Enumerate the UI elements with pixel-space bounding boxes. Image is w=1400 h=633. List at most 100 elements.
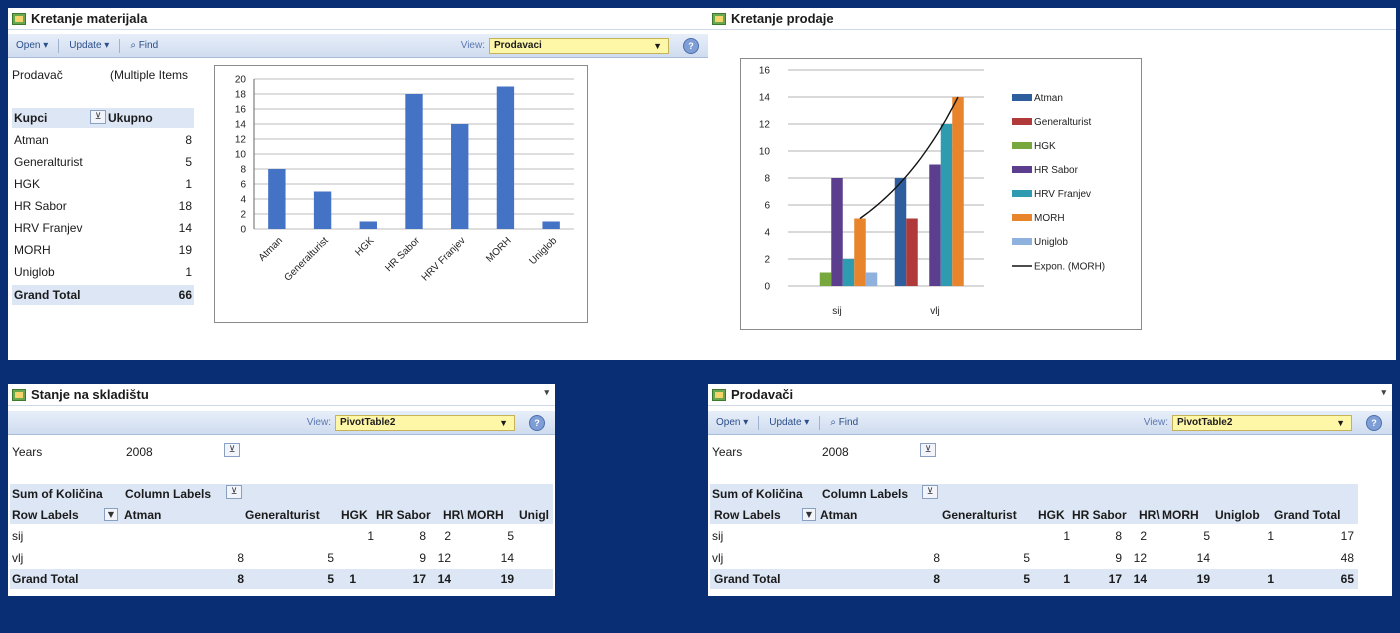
table-cell: 19	[500, 572, 514, 586]
y-tick-label: 6	[764, 201, 770, 212]
filter-value: 2008	[822, 445, 849, 459]
table-cell: 14	[437, 572, 451, 586]
open-menu-button[interactable]: Open ▾	[8, 40, 56, 51]
pivot-webpart-icon	[12, 388, 26, 401]
table-cell: 12	[437, 551, 451, 565]
help-icon[interactable]: ?	[529, 414, 545, 431]
grand-total-label: Grand Total	[714, 572, 781, 586]
table-cell: 14	[500, 551, 514, 565]
grand-total-label: Grand Total	[14, 288, 81, 302]
pivot-toolbar: Open ▾ Update ▾ ⌕ Find View: PivotTable2…	[708, 411, 1392, 435]
column-header: HGK	[341, 508, 368, 522]
panel-menu-icon[interactable]: ▾	[544, 387, 549, 398]
pivot-toolbar: Open ▾ Update ▾ ⌕ Find View: Prodavaci ▼ …	[8, 34, 709, 58]
x-tick-label: vlj	[930, 306, 939, 317]
panel-kretanje-materijala: Kretanje materijala Open ▾ Update ▾ ⌕ Fi…	[8, 8, 709, 360]
filter-dropdown-icon[interactable]: ⊻	[90, 110, 106, 124]
row-label: sij	[712, 529, 724, 543]
y-tick-label: 18	[235, 90, 247, 101]
y-tick-label: 2	[764, 255, 770, 266]
legend-label: Uniglob	[1034, 237, 1068, 248]
view-select-value: PivotTable2	[1177, 416, 1233, 428]
column-labels-header: Column Labels	[125, 487, 212, 501]
bar	[542, 221, 560, 229]
table-cell: 65	[1340, 572, 1354, 586]
filter-dropdown-icon[interactable]: ⊻	[922, 485, 938, 499]
legend-label: MORH	[1034, 213, 1065, 224]
help-icon[interactable]: ?	[683, 37, 699, 54]
column-header: HR Sabor	[1072, 508, 1127, 522]
panel-menu-icon[interactable]: ▾	[1381, 387, 1386, 398]
toolbar-separator	[58, 38, 60, 53]
webpart-title-text: Kretanje materijala	[31, 11, 148, 26]
filter-dropdown-icon[interactable]: ⊻	[226, 485, 242, 499]
column-header: Grand Total	[1274, 508, 1341, 522]
open-menu-button[interactable]: Open ▾	[708, 417, 756, 428]
y-tick-label: 4	[240, 195, 246, 206]
bar	[819, 272, 832, 286]
table-cell: 5	[1203, 529, 1210, 543]
row-label: Uniglob	[14, 265, 55, 279]
row-label: MORH	[14, 243, 51, 257]
row-label: Atman	[14, 133, 49, 147]
panel-menu-icon[interactable]: ▾	[695, 12, 700, 23]
row-value: 1	[185, 265, 192, 279]
y-tick-label: 12	[759, 120, 771, 131]
table-cell: 8	[933, 572, 940, 586]
bar	[940, 124, 953, 286]
column-header: Generalturist	[942, 508, 1017, 522]
row-label: vlj	[12, 551, 24, 565]
find-label: Find	[138, 40, 159, 51]
binoculars-icon: ⌕	[130, 40, 136, 51]
y-tick-label: 14	[759, 93, 771, 104]
grand-total-band	[10, 569, 553, 589]
bar	[268, 169, 286, 229]
help-icon[interactable]: ?	[1366, 414, 1382, 431]
table-cell: 8	[1115, 529, 1122, 543]
filter-value[interactable]: (Multiple Items	[110, 68, 188, 82]
chevron-down-icon[interactable]: ▼	[104, 508, 118, 521]
row-value: 1	[185, 177, 192, 191]
view-select[interactable]: Prodavaci ▼	[489, 37, 669, 54]
table-cell: 17	[412, 572, 426, 586]
table-cell: 48	[1340, 551, 1354, 565]
pivot-webpart-icon	[12, 12, 26, 25]
table-cell: 9	[419, 551, 426, 565]
panel-prodavaci: Prodavači ▾ Open ▾ Update ▾ ⌕ Find View:…	[708, 384, 1392, 596]
filter-label: Years	[12, 445, 43, 459]
bar	[894, 178, 907, 286]
filter-dropdown-icon[interactable]: ⊻	[920, 443, 936, 457]
bar	[952, 97, 964, 286]
column-header: Generalturist	[245, 508, 320, 522]
grouped-bar-chart-prodaja: 0 2 4 6 8 10 12 14 16 sij vlj Atman Generalturist HGK…	[740, 58, 1142, 330]
find-button[interactable]: ⌕ Find	[122, 40, 166, 51]
bar	[906, 218, 918, 286]
table-cell: 5	[1023, 572, 1030, 586]
row-value: 14	[178, 221, 192, 235]
bar	[929, 164, 941, 286]
table-cell: 1	[1267, 529, 1274, 543]
row-labels-header: Row Labels	[714, 508, 781, 522]
row-labels-header: Row Labels	[12, 508, 79, 522]
table-cell: 12	[1133, 551, 1147, 565]
update-menu-button[interactable]: Update ▾	[761, 417, 817, 428]
table-cell: 19	[1196, 572, 1210, 586]
pivot-toolbar: View: PivotTable2 ▼ ?	[8, 411, 555, 435]
legend-swatch	[1012, 238, 1032, 245]
legend-swatch	[1012, 190, 1032, 197]
update-menu-button[interactable]: Update ▾	[61, 40, 117, 51]
row-value: 19	[178, 243, 192, 257]
values-label: Sum of Količina	[12, 487, 103, 501]
table-cell: 14	[1196, 551, 1210, 565]
filter-dropdown-icon[interactable]: ⊻	[224, 443, 240, 457]
view-select[interactable]: PivotTable2 ▼	[335, 414, 515, 431]
view-select[interactable]: PivotTable2 ▼	[1172, 414, 1352, 431]
legend-swatch	[1012, 142, 1032, 149]
legend-swatch	[1012, 94, 1032, 101]
table-cell: 5	[507, 529, 514, 543]
chevron-down-icon[interactable]: ▼	[802, 508, 816, 521]
binoculars-icon: ⌕	[830, 417, 836, 428]
legend-label: HRV Franjev	[1034, 189, 1091, 200]
find-button[interactable]: ⌕ Find	[822, 417, 866, 428]
y-tick-label: 0	[240, 225, 246, 236]
